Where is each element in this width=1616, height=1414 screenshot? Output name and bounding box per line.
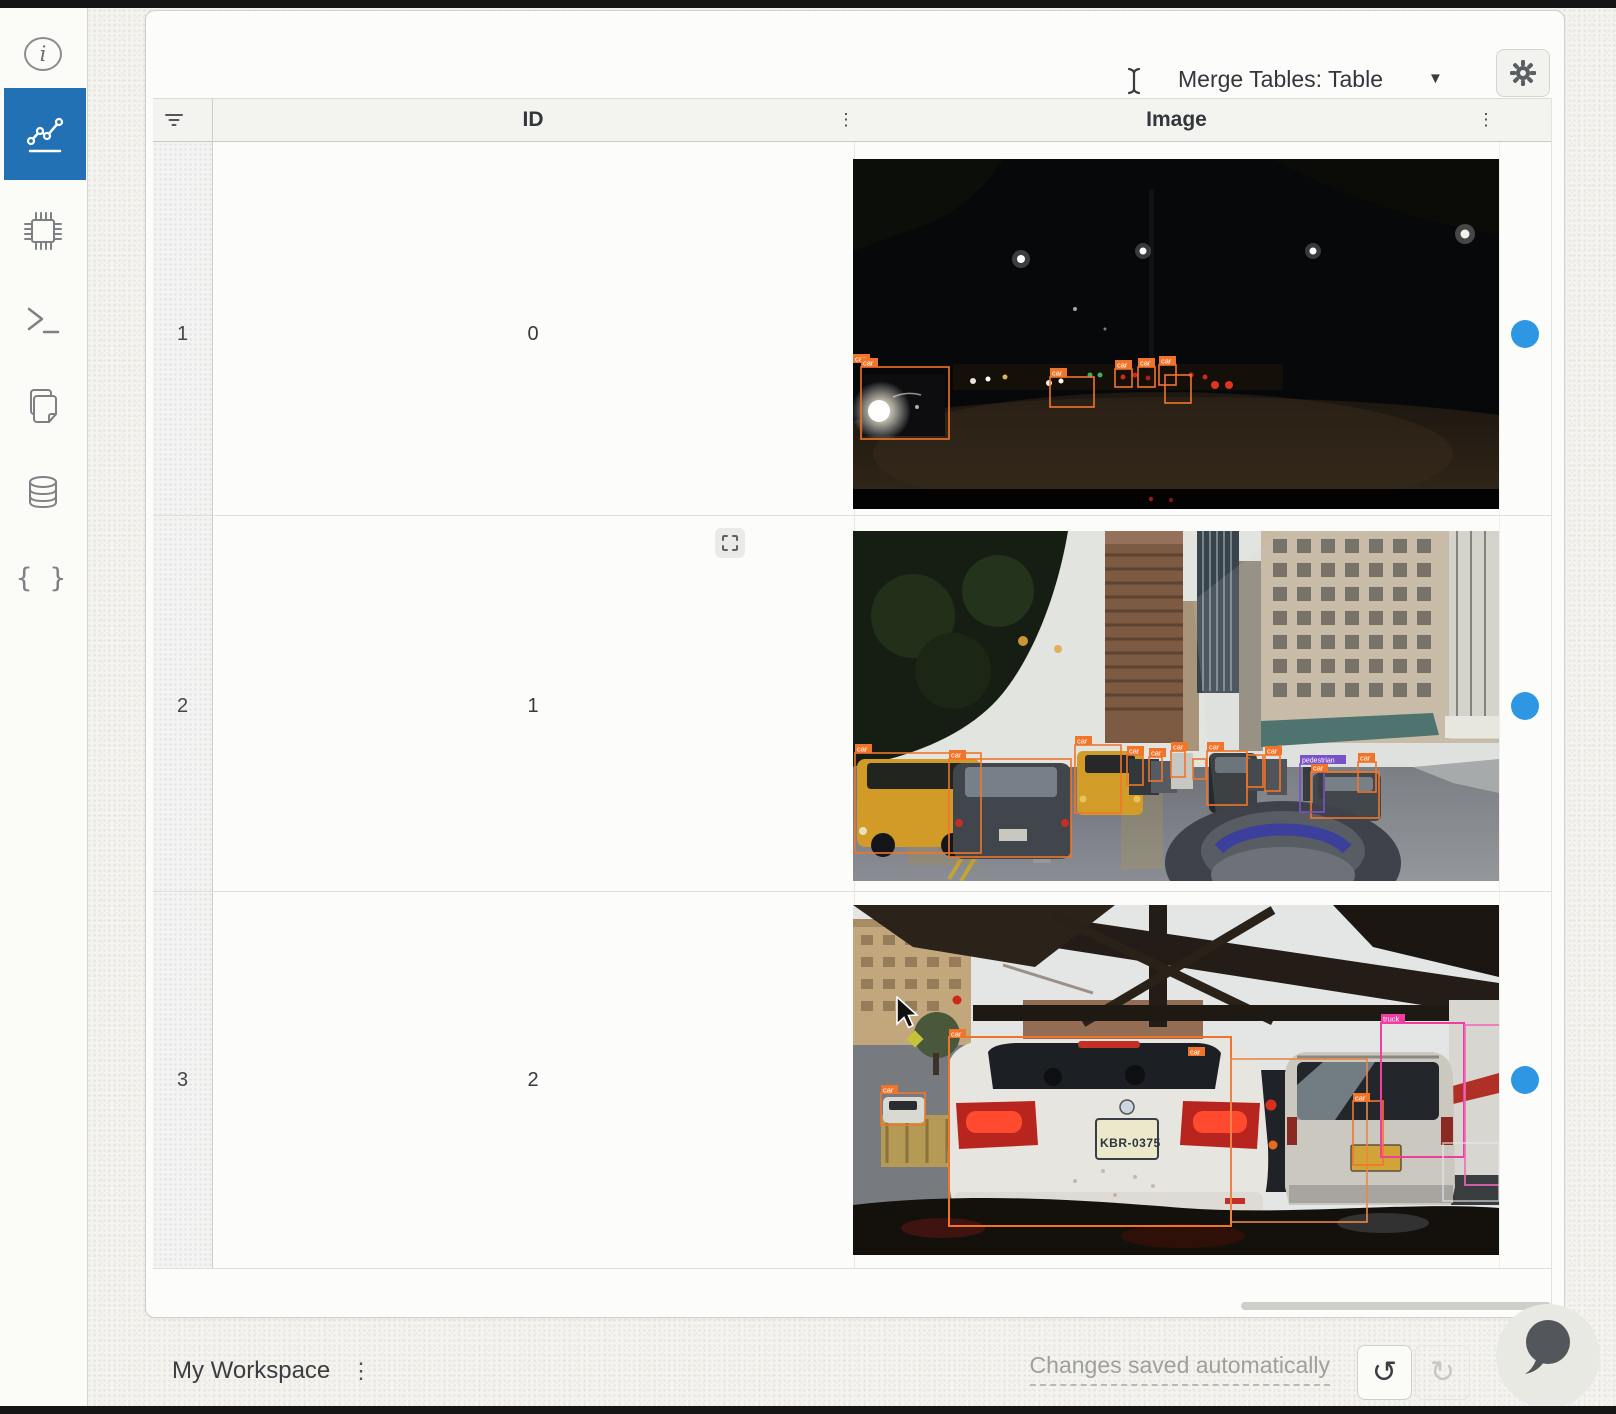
row-number: 3 (153, 1066, 212, 1094)
redo-icon: ↻ (1430, 1355, 1455, 1390)
undo-icon: ↺ (1372, 1355, 1397, 1390)
cell-image-night-highway[interactable]: car car car car car car (853, 159, 1499, 509)
svg-text:car: car (1077, 737, 1088, 746)
cell-id: 0 (212, 320, 854, 348)
column-menu-id-icon[interactable]: ⋮ (836, 98, 856, 142)
sidebar-item-files[interactable] (0, 366, 86, 446)
svg-text:car: car (1173, 743, 1184, 752)
svg-text:pedestrian: pedestrian (1302, 758, 1335, 765)
top-window-strip (0, 0, 1616, 8)
column-header-image[interactable]: Image (854, 98, 1499, 142)
svg-text:car: car (1161, 357, 1172, 366)
info-icon: i (24, 37, 62, 71)
run-indicator-dot[interactable] (1511, 320, 1539, 348)
svg-text:car: car (1360, 754, 1371, 763)
merge-tables-dropdown[interactable]: Merge Tables: Table (1178, 59, 1383, 99)
license-plate: KBR-0375 (1100, 1136, 1161, 1150)
sidebar-item-system[interactable] (0, 191, 86, 271)
copy-icon (22, 385, 64, 427)
svg-text:car: car (1313, 764, 1324, 773)
svg-text:car: car (1190, 1048, 1201, 1057)
gear-icon (1509, 59, 1537, 87)
svg-text:truck: truck (1383, 1015, 1400, 1024)
svg-text:car: car (1267, 747, 1278, 756)
svg-text:car: car (1209, 743, 1220, 752)
run-indicator-dot[interactable] (1511, 692, 1539, 720)
cell-image-city-street[interactable]: car car car car car car car car car car … (853, 531, 1499, 881)
save-status-text: Changes saved automatically (1030, 1352, 1330, 1386)
cell-id: 1 (212, 692, 854, 720)
column-menu-image-icon[interactable]: ⋮ (1476, 98, 1496, 142)
chat-bubble-icon (1519, 1316, 1577, 1378)
expand-icon (721, 534, 739, 552)
workspace-title: My Workspace (172, 1346, 330, 1396)
row-number: 1 (153, 320, 212, 348)
cell-image-bridge-traffic[interactable]: KBR-0375 car car car c (853, 905, 1499, 1255)
chat-fab[interactable] (1496, 1304, 1600, 1408)
bottom-window-strip (0, 1406, 1616, 1414)
cell-id: 2 (212, 1066, 854, 1094)
row-number: 2 (153, 692, 212, 720)
svg-text:car: car (951, 751, 962, 760)
chevron-down-icon[interactable]: ▼ (1428, 59, 1443, 99)
svg-text:car: car (857, 745, 868, 754)
table-panel: runs.summary["Table"] Merge Tables: Tabl… (145, 10, 1565, 1318)
svg-text:car: car (1129, 747, 1140, 756)
column-header-id[interactable]: ID (212, 98, 854, 142)
line-chart-icon (24, 112, 66, 156)
svg-text:car: car (883, 1086, 894, 1095)
horizontal-scrollbar[interactable] (1241, 1302, 1551, 1310)
svg-text:car: car (951, 1030, 962, 1039)
workspace-menu-icon[interactable]: ⋮ (346, 1346, 376, 1396)
query-expression[interactable]: runs.summary["Table"] (158, 59, 508, 99)
svg-text:car: car (1140, 359, 1151, 368)
svg-text:car: car (1052, 369, 1063, 378)
run-indicator-dot[interactable] (1511, 1066, 1539, 1094)
i-beam-cursor-icon (1126, 67, 1142, 95)
database-icon (23, 473, 63, 513)
sidebar: i (0, 8, 88, 1406)
svg-text:car: car (1117, 361, 1128, 370)
sidebar-item-logs[interactable] (0, 280, 86, 360)
sidebar-item-config[interactable]: { } (0, 538, 86, 618)
undo-button[interactable]: ↺ (1357, 1345, 1412, 1400)
table-settings-button[interactable] (1496, 49, 1550, 97)
svg-text:car: car (1355, 1094, 1366, 1103)
svg-text:car: car (863, 359, 874, 368)
filter-icon[interactable] (164, 112, 184, 128)
terminal-icon (24, 302, 62, 338)
braces-icon: { } (16, 563, 71, 594)
sidebar-item-info[interactable]: i (0, 14, 86, 94)
sidebar-item-charts[interactable] (4, 88, 86, 180)
sidebar-item-artifacts[interactable] (0, 453, 86, 533)
expand-image-button[interactable] (715, 528, 745, 558)
redo-button[interactable]: ↻ (1415, 1345, 1470, 1400)
chip-icon (21, 209, 65, 253)
svg-text:car: car (1151, 749, 1162, 758)
